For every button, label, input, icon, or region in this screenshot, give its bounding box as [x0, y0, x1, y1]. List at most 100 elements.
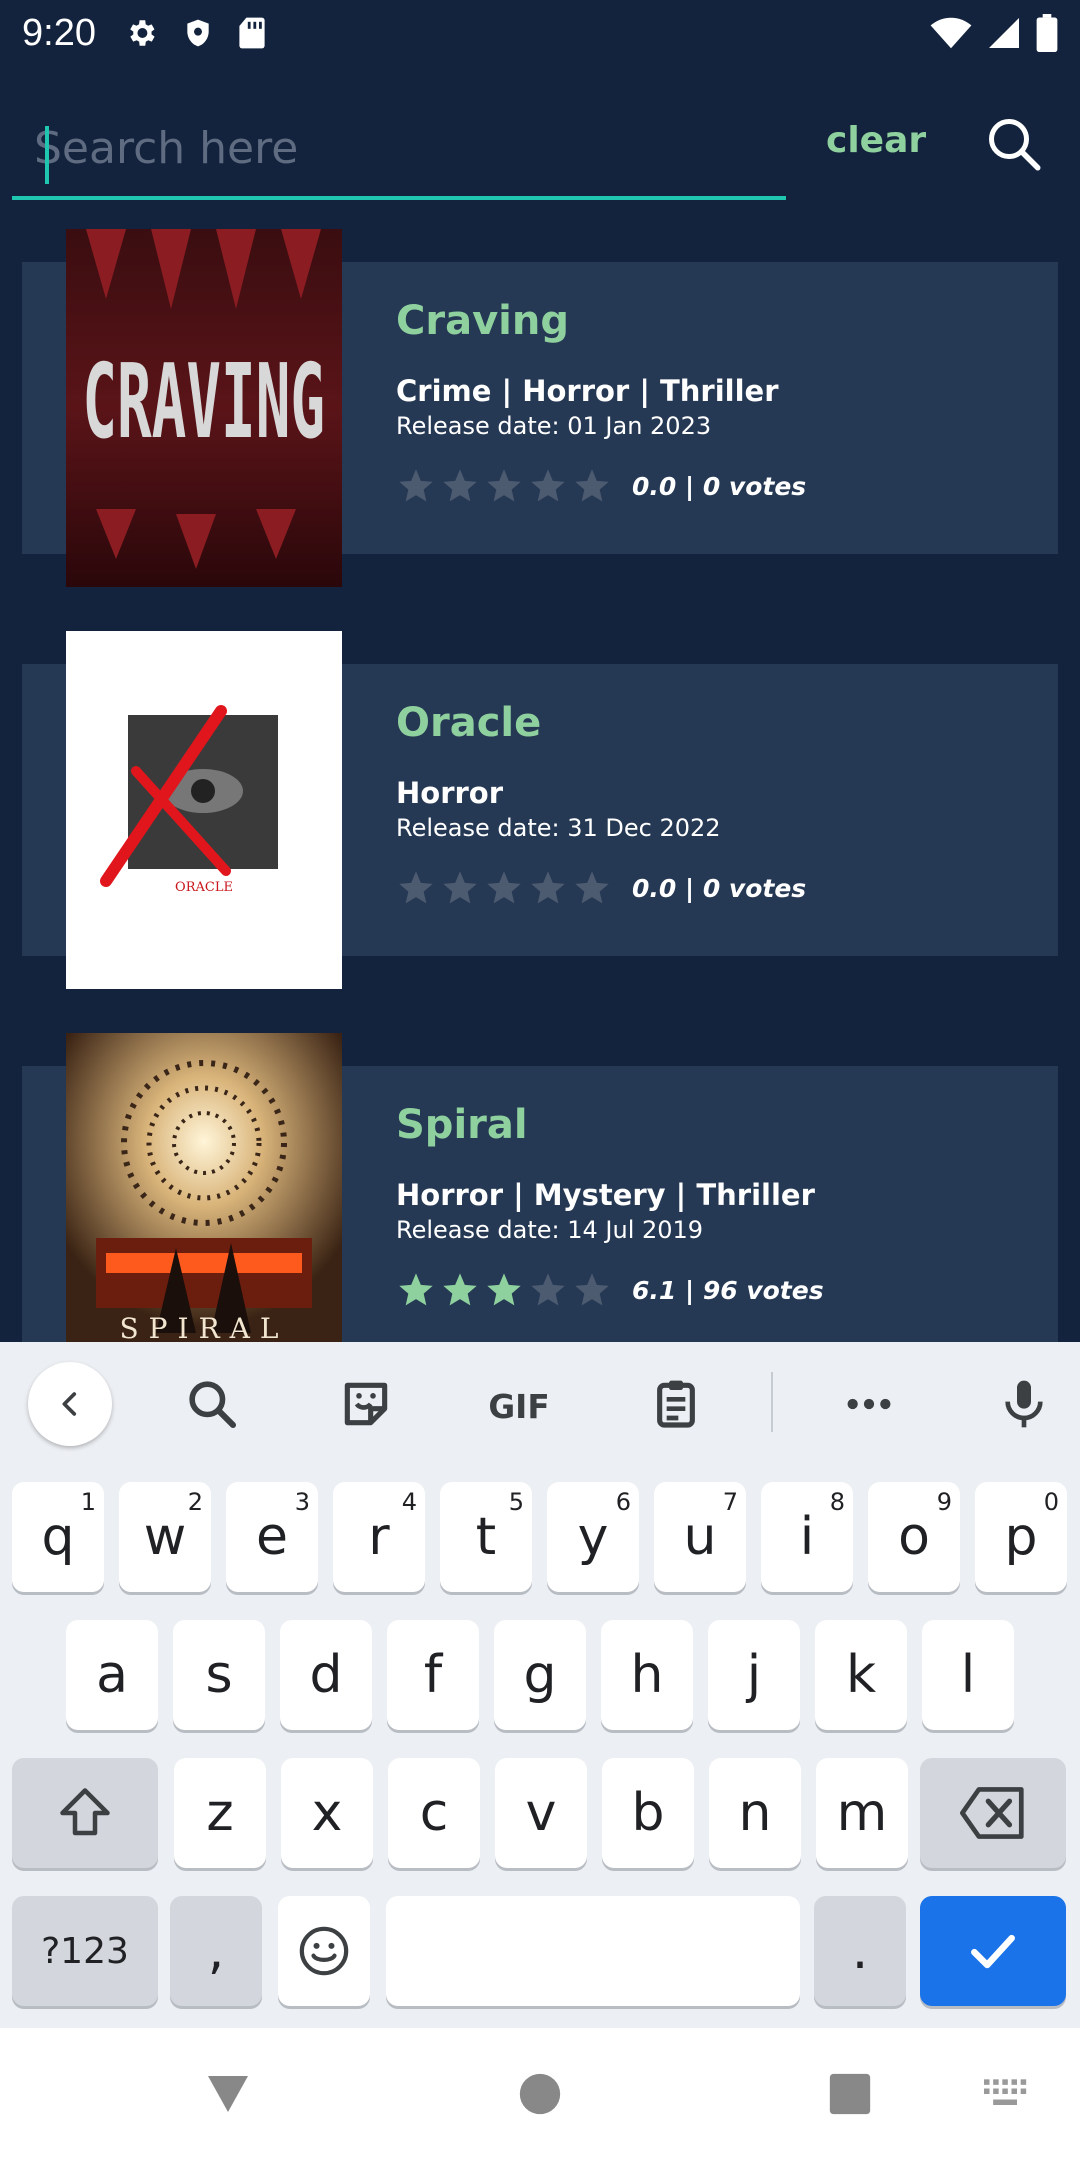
backspace-icon [960, 1787, 1024, 1839]
star-icon [399, 469, 433, 502]
svg-text:GIF: GIF [488, 1388, 549, 1426]
key-label: f [423, 1645, 443, 1705]
key-e[interactable]: e3 [226, 1482, 318, 1592]
key-v[interactable]: v [495, 1758, 587, 1868]
star-icon [399, 871, 433, 904]
key-l[interactable]: l [922, 1620, 1014, 1730]
key-label: g [523, 1645, 557, 1705]
key-label: n [738, 1783, 772, 1843]
key-r[interactable]: r4 [333, 1482, 425, 1592]
key-label: a [96, 1645, 128, 1705]
key-z[interactable]: z [174, 1758, 266, 1868]
movie-genres: Horror | Mystery | Thriller [396, 1178, 815, 1212]
star-icon [575, 871, 609, 904]
star-icon [443, 469, 477, 502]
gif-icon[interactable]: GIF [484, 1376, 554, 1432]
status-time: 9:20 [22, 11, 96, 54]
rating-row: 0.0 | 0 votes [396, 466, 806, 506]
key-p[interactable]: p0 [975, 1482, 1067, 1592]
movie-genres: Crime | Horror | Thriller [396, 374, 779, 408]
key-d[interactable]: d [280, 1620, 372, 1730]
mic-icon[interactable] [996, 1376, 1052, 1432]
key-label: e [256, 1507, 288, 1567]
key-o[interactable]: o9 [868, 1482, 960, 1592]
rating-row: 0.0 | 0 votes [396, 868, 806, 908]
key-h[interactable]: h [601, 1620, 693, 1730]
wifi-icon [930, 17, 972, 49]
key-n[interactable]: n [709, 1758, 801, 1868]
key-hint: 6 [615, 1488, 631, 1516]
key-label: q [41, 1507, 75, 1567]
star-icon [443, 1273, 477, 1306]
key-g[interactable]: g [494, 1620, 586, 1730]
check-icon [971, 1934, 1015, 1969]
star-icon [443, 871, 477, 904]
key-w[interactable]: w2 [119, 1482, 211, 1592]
star-icon [531, 871, 565, 904]
key-q[interactable]: q1 [12, 1482, 104, 1592]
symbols-key[interactable]: ?123 [12, 1896, 158, 2006]
recents-icon[interactable] [828, 2072, 872, 2116]
key-j[interactable]: j [708, 1620, 800, 1730]
key-t[interactable]: t5 [440, 1482, 532, 1592]
poster-craving[interactable]: CRAVING [66, 229, 342, 587]
key-k[interactable]: k [815, 1620, 907, 1730]
key-label: p [1004, 1507, 1038, 1567]
poster-spiral[interactable]: SPIRAL [66, 1033, 342, 1342]
space-key[interactable] [386, 1896, 800, 2006]
search-bar: clear [0, 86, 1080, 204]
key-hint: 0 [1043, 1488, 1059, 1516]
movie-release-date: Release date: 01 Jan 2023 [396, 412, 712, 440]
keyboard-switch-icon[interactable] [984, 2078, 1028, 2110]
key-hint: 9 [936, 1488, 952, 1516]
sd-card-icon [239, 17, 265, 49]
comma-key[interactable]: , [170, 1896, 262, 2006]
key-a[interactable]: a [66, 1620, 158, 1730]
key-label: t [475, 1507, 497, 1567]
search-field[interactable] [12, 100, 786, 200]
search-icon[interactable] [184, 1376, 240, 1432]
clipboard-icon[interactable] [648, 1376, 704, 1432]
home-icon[interactable] [518, 2072, 562, 2116]
search-input[interactable] [34, 110, 774, 186]
battery-icon [1036, 14, 1058, 52]
back-triangle-icon[interactable] [204, 2070, 252, 2118]
back-icon[interactable] [28, 1362, 112, 1446]
poster-title: SPIRAL [120, 1312, 289, 1342]
text-cursor [45, 126, 49, 184]
key-x[interactable]: x [281, 1758, 373, 1868]
key-y[interactable]: y6 [547, 1482, 639, 1592]
emoji-key[interactable] [278, 1896, 370, 2006]
rating-text: 0.0 | 0 votes [632, 471, 807, 501]
key-b[interactable]: b [602, 1758, 694, 1868]
poster-title: ORACLE [175, 880, 233, 895]
signal-icon [989, 18, 1019, 48]
star-rating [396, 1270, 612, 1310]
enter-key[interactable] [920, 1896, 1066, 2006]
sticker-icon[interactable] [338, 1376, 394, 1432]
star-icon [487, 1273, 521, 1306]
star-icon [531, 469, 565, 502]
key-f[interactable]: f [387, 1620, 479, 1730]
soft-keyboard: GIF q1w2e3r4t5y6u7i8o9p0 asdfghjkl zxcvb… [0, 1342, 1080, 2028]
key-hint: 8 [829, 1488, 845, 1516]
search-icon[interactable] [984, 114, 1044, 174]
shift-key[interactable] [12, 1758, 158, 1868]
key-m[interactable]: m [816, 1758, 908, 1868]
key-i[interactable]: i8 [761, 1482, 853, 1592]
key-s[interactable]: s [173, 1620, 265, 1730]
clear-button[interactable]: clear [826, 120, 926, 161]
star-rating [396, 466, 612, 506]
key-u[interactable]: u7 [654, 1482, 746, 1592]
period-key[interactable]: . [814, 1896, 906, 2006]
movie-title: Oracle [396, 700, 542, 746]
more-icon[interactable] [841, 1376, 897, 1432]
shield-icon [187, 19, 209, 47]
delete-key[interactable] [920, 1758, 1066, 1868]
key-c[interactable]: c [388, 1758, 480, 1868]
key-hint: 1 [80, 1488, 96, 1516]
poster-oracle[interactable]: ORACLE [66, 631, 342, 989]
movie-genres: Horror [396, 776, 504, 810]
key-label: i [799, 1507, 815, 1567]
key-label: k [845, 1645, 877, 1705]
